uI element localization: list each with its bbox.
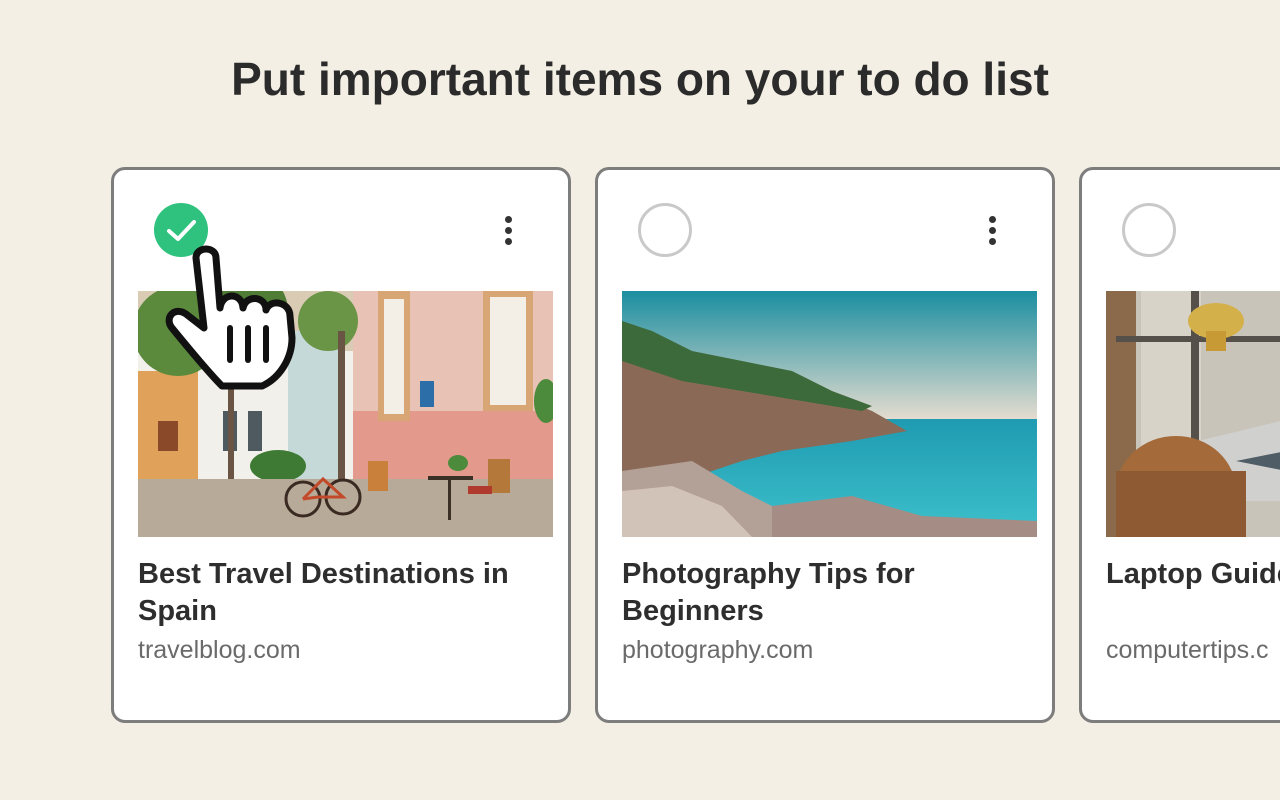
article-card-photography[interactable]: Photography Tips for Beginners photograp…: [595, 167, 1055, 723]
card-source: travelblog.com: [138, 636, 301, 664]
todo-checkbox-unchecked[interactable]: [1122, 203, 1176, 257]
card-title[interactable]: Best Travel Destinations in Spain: [138, 556, 538, 630]
card-source: photography.com: [622, 636, 814, 664]
card-title[interactable]: Photography Tips for Beginners: [622, 556, 1022, 630]
article-card-travel[interactable]: Best Travel Destinations in Spain travel…: [111, 167, 571, 723]
card-title[interactable]: Laptop Guide Next Laptop: [1106, 556, 1280, 593]
spanish-street-photo: [138, 291, 553, 537]
todo-checkbox-unchecked[interactable]: [638, 203, 692, 257]
more-vertical-icon[interactable]: [972, 208, 1012, 252]
todo-checkbox-checked[interactable]: [154, 203, 208, 257]
checkmark-icon: [167, 220, 196, 241]
todo-promo-screen: Put important items on your to do list B…: [0, 0, 1280, 800]
article-card-laptop[interactable]: Laptop Guide Next Laptop computertips.c: [1079, 167, 1280, 723]
coastal-cliffs-photo: [622, 291, 1037, 537]
more-vertical-icon[interactable]: [488, 208, 528, 252]
desk-workspace-photo: [1106, 291, 1280, 537]
card-source: computertips.c: [1106, 636, 1269, 664]
page-title: Put important items on your to do list: [231, 53, 1049, 105]
